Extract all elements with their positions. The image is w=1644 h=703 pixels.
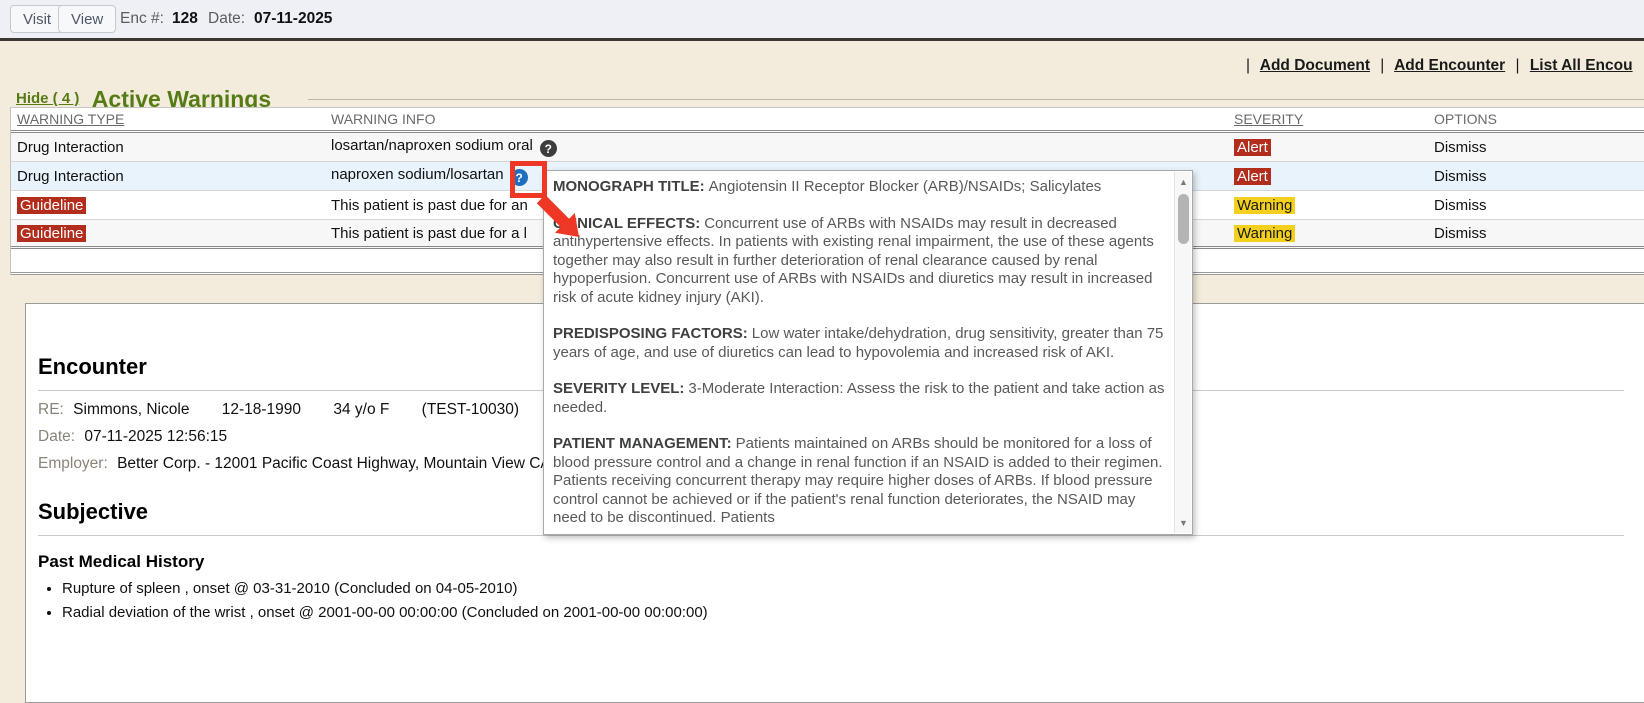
severity-level-label: SEVERITY LEVEL:: [553, 380, 684, 397]
severity-badge-alert: Alert: [1234, 168, 1271, 185]
dismiss-link[interactable]: Dismiss: [1434, 168, 1487, 185]
monograph-title-label: MONOGRAPH TITLE:: [553, 178, 705, 195]
warning-row-drug-interaction-1: Drug Interaction losartan/naproxen sodiu…: [11, 133, 1644, 162]
column-warning-info: WARNING INFO: [331, 111, 435, 127]
drug-monograph-popup: MONOGRAPH TITLE:Angiotensin II Receptor …: [543, 170, 1193, 535]
warning-info: losartan/naproxen sodium oral: [331, 137, 533, 154]
drug-monograph-help-icon[interactable]: ?: [511, 169, 528, 186]
employer-value: Better Corp. - 12001 Pacific Coast Highw…: [117, 455, 551, 472]
warning-type-badge-guideline: Guideline: [17, 225, 86, 242]
scroll-up-icon[interactable]: ▲: [1175, 174, 1192, 190]
warning-type: Drug Interaction: [17, 139, 124, 156]
list-all-encounters-link[interactable]: List All Encou: [1530, 57, 1633, 74]
warnings-table-header: WARNING TYPE WARNING INFO SEVERITY OPTIO…: [11, 108, 1644, 133]
history-item: Rupture of spleen , onset @ 03-31-2010 (…: [62, 580, 1624, 597]
severity-badge-warning: Warning: [1234, 197, 1295, 214]
warning-type: Drug Interaction: [17, 168, 124, 185]
top-toolbar: Visit View Enc #: 128 Date: 07-11-2025: [0, 0, 1644, 38]
encounter-number-value: 128: [172, 10, 198, 28]
toolbar-divider: [0, 38, 1644, 41]
past-medical-history-list: Rupture of spleen , onset @ 03-31-2010 (…: [62, 580, 1624, 621]
scrollbar-thumb[interactable]: [1178, 194, 1189, 244]
hide-warnings-link[interactable]: Hide ( 4 ): [16, 90, 79, 107]
encounter-datetime: 07-11-2025 12:56:15: [84, 428, 227, 445]
predisposing-factors-label: PREDISPOSING FACTORS:: [553, 325, 748, 342]
encounter-date-label: Date:: [208, 10, 245, 28]
column-options: OPTIONS: [1434, 111, 1497, 127]
add-document-link[interactable]: Add Document: [1260, 57, 1370, 74]
warning-info: This patient is past due for a l: [331, 225, 527, 242]
dismiss-link[interactable]: Dismiss: [1434, 139, 1487, 156]
visit-button[interactable]: Visit: [10, 5, 64, 33]
link-separator: |: [1246, 57, 1250, 74]
warning-info: This patient is past due for an: [331, 197, 528, 214]
link-separator: |: [1380, 57, 1384, 74]
patient-dob: 12-18-1990: [222, 401, 301, 418]
re-label: RE:: [38, 401, 64, 418]
active-warnings-rule: [308, 99, 1644, 100]
date-label: Date:: [38, 428, 75, 445]
monograph-title-text: Angiotensin II Receptor Blocker (ARB)/NS…: [709, 178, 1102, 195]
severity-badge-warning: Warning: [1234, 225, 1295, 242]
view-button[interactable]: View: [58, 5, 116, 33]
column-warning-type[interactable]: WARNING TYPE: [17, 111, 124, 127]
link-separator: |: [1515, 57, 1519, 74]
popup-scrollbar[interactable]: ▲ ▼: [1174, 172, 1191, 533]
past-medical-history-title: Past Medical History: [38, 552, 1624, 572]
patient-name: Simmons, Nicole: [73, 401, 189, 418]
employer-label: Employer:: [38, 455, 108, 472]
drug-monograph-help-icon[interactable]: ?: [540, 140, 557, 157]
dismiss-link[interactable]: Dismiss: [1434, 225, 1487, 242]
clinical-effects-label: CLINICAL EFFECTS:: [553, 215, 700, 232]
section-divider: [38, 535, 1624, 536]
scroll-down-icon[interactable]: ▼: [1175, 515, 1192, 531]
patient-id: (TEST-10030): [422, 401, 519, 418]
patient-management-label: PATIENT MANAGEMENT:: [553, 435, 732, 452]
dismiss-link[interactable]: Dismiss: [1434, 197, 1487, 214]
warning-info: naproxen sodium/losartan: [331, 166, 504, 183]
history-item: Radial deviation of the wrist , onset @ …: [62, 604, 1624, 621]
add-encounter-link[interactable]: Add Encounter: [1394, 57, 1505, 74]
patient-age-sex: 34 y/o F: [333, 401, 389, 418]
warning-type-badge-guideline: Guideline: [17, 197, 86, 214]
column-severity[interactable]: SEVERITY: [1234, 111, 1303, 127]
encounter-date-value: 07-11-2025: [254, 10, 332, 28]
severity-badge-alert: Alert: [1234, 139, 1271, 156]
encounter-number-label: Enc #:: [120, 10, 164, 28]
monograph-text: MONOGRAPH TITLE:Angiotensin II Receptor …: [544, 171, 1173, 534]
header-quick-links: | Add Document | Add Encounter | List Al…: [1240, 57, 1633, 75]
